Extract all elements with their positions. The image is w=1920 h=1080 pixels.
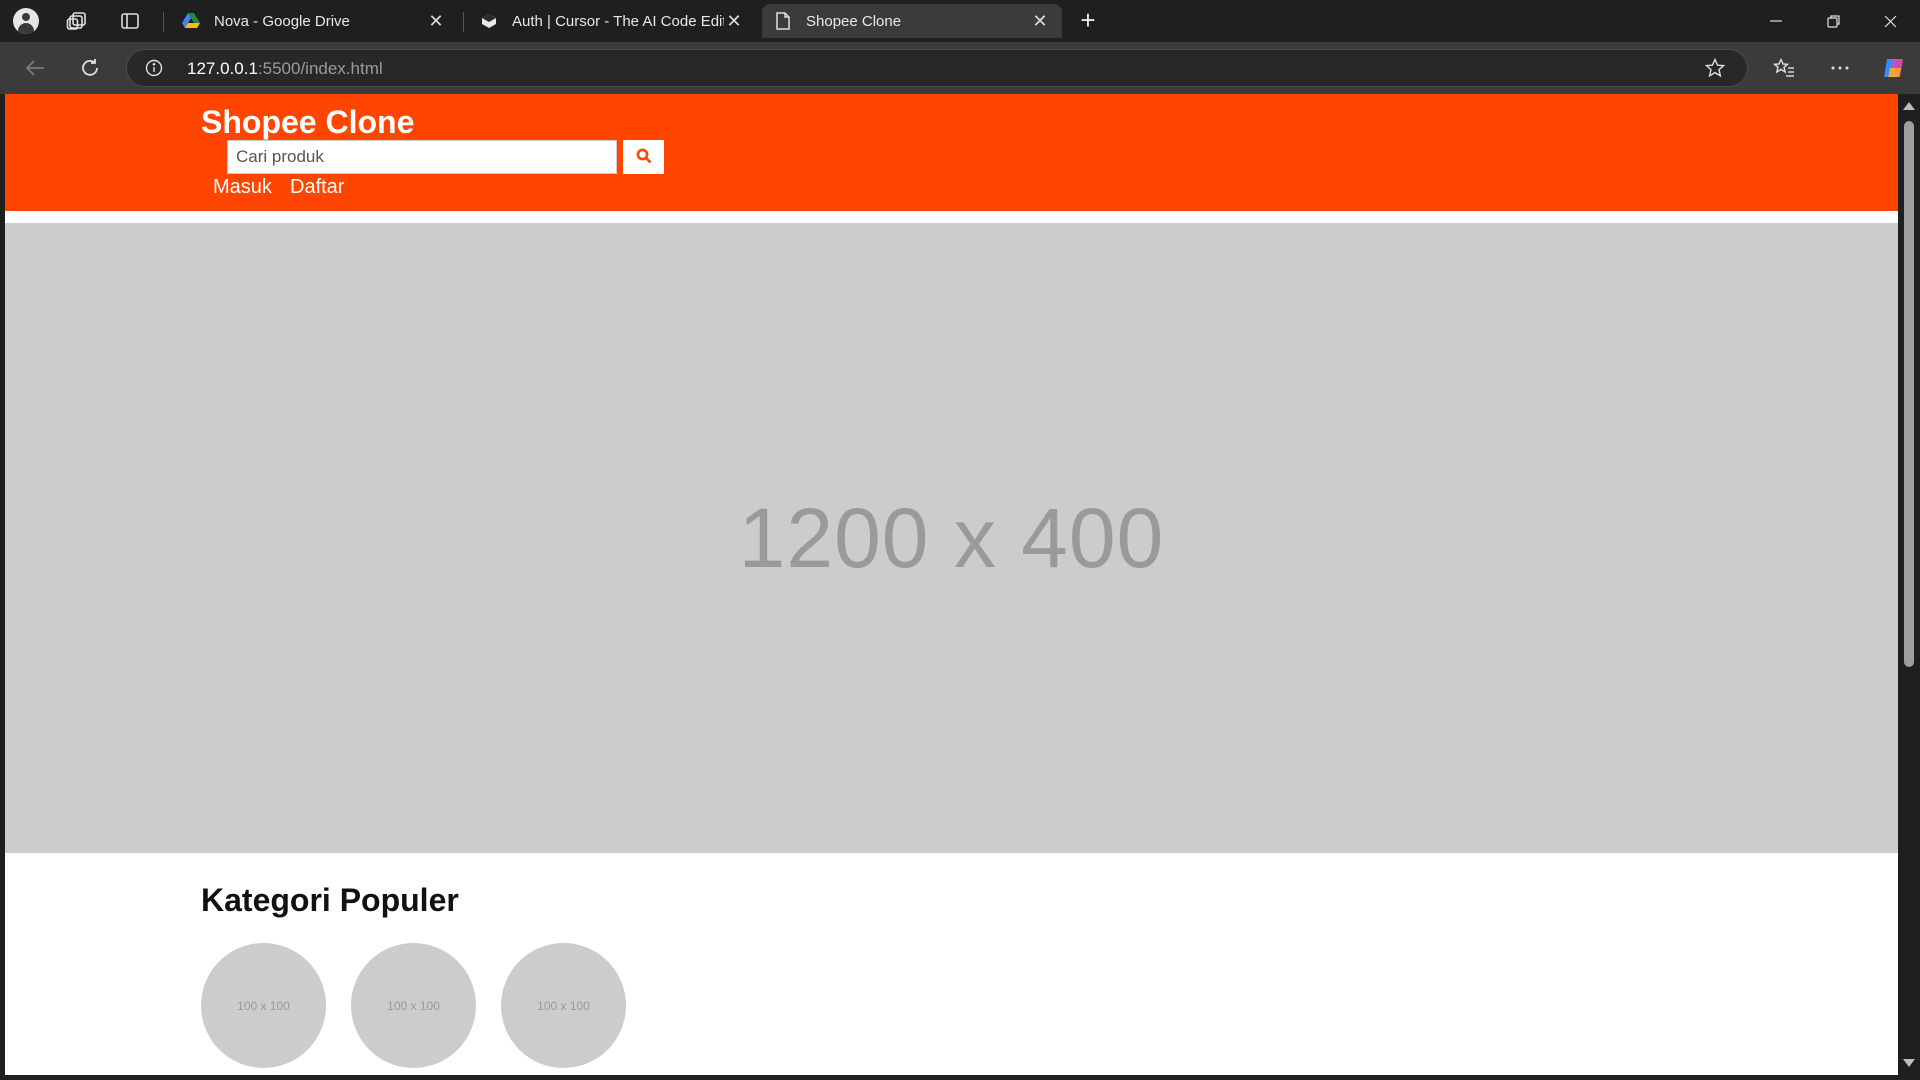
workspaces-icon[interactable] xyxy=(64,8,90,34)
url-text[interactable]: 127.0.0.1:5500/index.html xyxy=(187,59,383,79)
search-icon xyxy=(636,148,652,167)
category-placeholder-text: 100 x 100 xyxy=(237,998,290,1013)
vertical-tabs-icon[interactable] xyxy=(117,8,143,34)
browser-toolbar: 127.0.0.1:5500/index.html xyxy=(0,42,1920,94)
category-placeholder-text: 100 x 100 xyxy=(387,998,440,1013)
address-bar[interactable]: 127.0.0.1:5500/index.html xyxy=(126,49,1748,87)
favorite-star-icon[interactable] xyxy=(1704,57,1726,83)
site-header: Shopee Clone Masuk Daftar xyxy=(5,94,1898,211)
page-scrollbar[interactable] xyxy=(1898,94,1920,1075)
close-window-button[interactable] xyxy=(1862,0,1918,42)
register-link[interactable]: Daftar xyxy=(290,176,344,199)
profile-icon[interactable] xyxy=(13,8,39,34)
favorites-icon[interactable] xyxy=(1770,54,1798,82)
close-icon[interactable]: ✕ xyxy=(426,11,446,32)
banner-placeholder-text: 1200 x 400 xyxy=(738,490,1165,585)
copilot-icon[interactable] xyxy=(1880,54,1908,82)
scroll-down-icon[interactable] xyxy=(1903,1059,1915,1067)
tab-google-drive[interactable]: Nova - Google Drive ✕ xyxy=(170,4,458,38)
page-viewport: Shopee Clone Masuk Daftar 1200 x 400 Kat… xyxy=(5,94,1898,1075)
scroll-up-icon[interactable] xyxy=(1903,102,1915,110)
tab-cursor[interactable]: Auth | Cursor - The AI Code Editor ✕ xyxy=(468,4,756,38)
category-item[interactable]: 100 x 100 xyxy=(501,943,626,1068)
tab-title: Nova - Google Drive xyxy=(214,12,350,30)
category-item[interactable]: 100 x 100 xyxy=(201,943,326,1068)
close-icon[interactable]: ✕ xyxy=(724,11,744,32)
search-input[interactable] xyxy=(227,140,617,174)
more-menu-icon[interactable] xyxy=(1826,54,1854,82)
google-drive-icon xyxy=(182,12,200,30)
category-placeholder-text: 100 x 100 xyxy=(537,998,590,1013)
back-button[interactable] xyxy=(21,54,49,82)
close-icon[interactable]: ✕ xyxy=(1030,11,1050,32)
search-button[interactable] xyxy=(623,140,664,174)
cursor-icon xyxy=(480,12,498,30)
page-icon xyxy=(774,12,792,30)
section-title: Kategori Populer xyxy=(201,882,459,918)
new-tab-button[interactable]: + xyxy=(1075,7,1101,34)
restore-button[interactable] xyxy=(1805,0,1861,42)
login-link[interactable]: Masuk xyxy=(213,176,272,199)
scroll-thumb[interactable] xyxy=(1904,121,1914,667)
category-item[interactable]: 100 x 100 xyxy=(351,943,476,1068)
site-logo[interactable]: Shopee Clone xyxy=(201,104,414,141)
refresh-button[interactable] xyxy=(76,54,104,82)
window-bottom-edge xyxy=(0,1075,1920,1080)
hero-banner-image: 1200 x 400 xyxy=(5,223,1898,853)
tab-title: Shopee Clone xyxy=(806,12,902,30)
tab-title: Auth | Cursor - The AI Code Editor xyxy=(512,12,724,30)
browser-tab-strip: Nova - Google Drive ✕ Auth | Cursor - Th… xyxy=(0,0,1920,42)
site-info-icon[interactable] xyxy=(145,59,163,77)
minimize-button[interactable] xyxy=(1748,0,1804,42)
tab-shopee-clone[interactable]: Shopee Clone ✕ xyxy=(762,4,1062,38)
